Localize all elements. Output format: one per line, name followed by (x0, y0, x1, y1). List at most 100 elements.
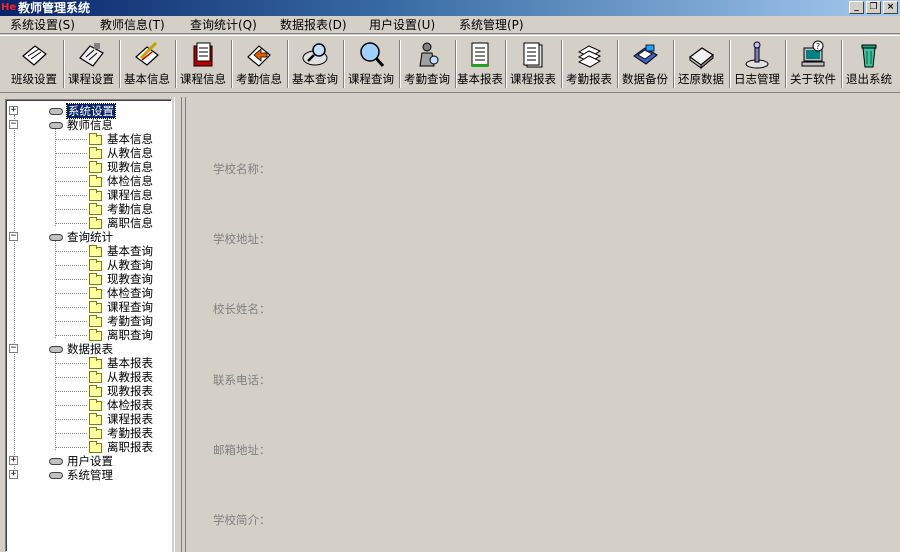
toolbar-exit-button[interactable]: 退出系统 (843, 38, 895, 90)
restore-button[interactable]: ❐ (866, 1, 881, 14)
tree-leaf[interactable]: 课程信息 (55, 188, 165, 202)
tree-connector (55, 335, 87, 336)
toolbar-attendance-query-button[interactable]: 考勤查询 (401, 38, 453, 90)
exit-icon (861, 44, 877, 68)
tree-leaf-label: 考勤信息 (107, 202, 153, 216)
drive-icon (49, 472, 63, 479)
toolbar-class-settings-button[interactable]: 班级设置 (8, 38, 60, 90)
collapse-icon[interactable]: − (9, 232, 18, 241)
tree-leaf-label: 课程信息 (107, 188, 153, 202)
class-settings-icon (22, 45, 47, 66)
toolbar-basic-query-button[interactable]: 基本查询 (289, 38, 341, 90)
tree-leaf[interactable]: 现教查询 (55, 272, 165, 286)
toolbar-label: 还原数据 (678, 72, 724, 86)
tree-connector (55, 279, 87, 280)
folder-icon (89, 273, 102, 285)
toolbar-basic-report-button[interactable]: 基本报表 (457, 38, 503, 90)
tree-leaf[interactable]: 从教报表 (55, 370, 165, 384)
tree-node-system-admin[interactable]: + 系统管理 (9, 468, 169, 482)
toolbar-course-query-button[interactable]: 课程查询 (345, 38, 397, 90)
tree-node-query-stats[interactable]: − 查询统计 (9, 230, 169, 244)
menu-teacher-info[interactable]: 教师信息(T) (100, 18, 165, 32)
tree-leaf[interactable]: 从教信息 (55, 146, 165, 160)
tree-leaf[interactable]: 离职报表 (55, 440, 165, 454)
course-settings-icon (79, 43, 104, 67)
tree-node-system-settings[interactable]: + 系统设置 (9, 103, 169, 119)
attendance-info-icon (247, 45, 271, 67)
folder-icon (89, 287, 102, 299)
tree-leaf[interactable]: 现教信息 (55, 160, 165, 174)
folder-icon (89, 217, 102, 229)
navigation-tree[interactable]: + 系统设置 − 教师信息 基本信息 从教信息 现教信息 体检信息 课程信息 考… (5, 99, 172, 552)
toolbar-restore-button[interactable]: 还原数据 (675, 38, 727, 90)
menu-system-settings[interactable]: 系统设置(S) (10, 18, 75, 32)
tree-leaf[interactable]: 体检信息 (55, 174, 165, 188)
folder-icon (89, 301, 102, 313)
menu-query-stats[interactable]: 查询统计(Q) (190, 18, 257, 32)
toolbar-log-button[interactable]: 日志管理 (731, 38, 783, 90)
tree-leaf[interactable]: 离职信息 (55, 216, 165, 230)
tree-leaf[interactable]: 课程报表 (55, 412, 165, 426)
tree-connector (55, 321, 87, 322)
panel-splitter[interactable] (174, 97, 182, 552)
drive-icon (49, 108, 63, 115)
tree-leaf[interactable]: 考勤查询 (55, 314, 165, 328)
school-address-label: 学校地址： (213, 232, 271, 246)
toolbar-label: 退出系统 (846, 72, 892, 86)
tree-leaf[interactable]: 体检报表 (55, 398, 165, 412)
tree-leaf[interactable]: 课程查询 (55, 300, 165, 314)
toolbar-about-button[interactable]: ? 关于软件 (787, 38, 839, 90)
tree-node-label: 查询统计 (67, 230, 113, 244)
tree-leaf-label: 考勤报表 (107, 426, 153, 440)
folder-icon (89, 427, 102, 439)
tree-node-user-settings[interactable]: + 用户设置 (9, 454, 169, 468)
expand-icon[interactable]: + (9, 106, 18, 115)
toolbar-backup-button[interactable]: 数据备份 (619, 38, 671, 90)
expand-icon[interactable]: + (9, 456, 18, 465)
tree-connector (55, 209, 87, 210)
tree-connector (55, 433, 87, 434)
tree-leaf[interactable]: 基本信息 (55, 132, 165, 146)
menu-system-admin[interactable]: 系统管理(P) (459, 18, 524, 32)
tree-leaf[interactable]: 基本报表 (55, 356, 165, 370)
close-button[interactable]: × (883, 1, 898, 14)
menu-data-reports[interactable]: 数据报表(D) (280, 18, 347, 32)
drive-icon (49, 458, 63, 465)
tree-leaf-label: 体检报表 (107, 398, 153, 412)
tree-leaf[interactable]: 考勤信息 (55, 202, 165, 216)
folder-icon (89, 175, 102, 187)
basic-query-icon (302, 43, 328, 66)
toolbar-course-info-button[interactable]: 课程信息 (177, 38, 229, 90)
tree-leaf[interactable]: 现教报表 (55, 384, 165, 398)
tree-connector (55, 251, 87, 252)
tree-node-teacher-info[interactable]: − 教师信息 (9, 118, 169, 132)
collapse-icon[interactable]: − (9, 120, 18, 129)
school-name-label: 学校名称： (213, 162, 271, 176)
toolbar-attendance-report-button[interactable]: 考勤报表 (563, 38, 615, 90)
basic-report-icon (471, 42, 489, 67)
toolbar-label: 课程设置 (68, 72, 114, 86)
tree-node-label: 系统管理 (67, 468, 113, 482)
attendance-query-icon (419, 42, 439, 67)
menu-user-settings[interactable]: 用户设置(U) (369, 18, 435, 32)
minimize-button[interactable]: _ (849, 1, 864, 14)
toolbar-basic-info-button[interactable]: 基本信息 (121, 38, 173, 90)
toolbar-course-settings-button[interactable]: 课程设置 (65, 38, 117, 90)
tree-connector (55, 405, 87, 406)
folder-icon (89, 371, 102, 383)
toolbar-attendance-info-button[interactable]: 考勤信息 (233, 38, 285, 90)
expand-icon[interactable]: + (9, 470, 18, 479)
tree-leaf-label: 现教报表 (107, 384, 153, 398)
tree-leaf-label: 课程报表 (107, 412, 153, 426)
tree-connector (55, 293, 87, 294)
tree-node-data-reports[interactable]: − 数据报表 (9, 342, 169, 356)
tree-leaf[interactable]: 基本查询 (55, 244, 165, 258)
tree-leaf[interactable]: 体检查询 (55, 286, 165, 300)
tree-leaf[interactable]: 考勤报表 (55, 426, 165, 440)
course-info-icon (193, 42, 213, 67)
tree-leaf[interactable]: 从教查询 (55, 258, 165, 272)
app-icon: He (1, 1, 17, 15)
tree-leaf[interactable]: 离职查询 (55, 328, 165, 342)
collapse-icon[interactable]: − (9, 344, 18, 353)
toolbar-course-report-button[interactable]: 课程报表 (507, 38, 559, 90)
